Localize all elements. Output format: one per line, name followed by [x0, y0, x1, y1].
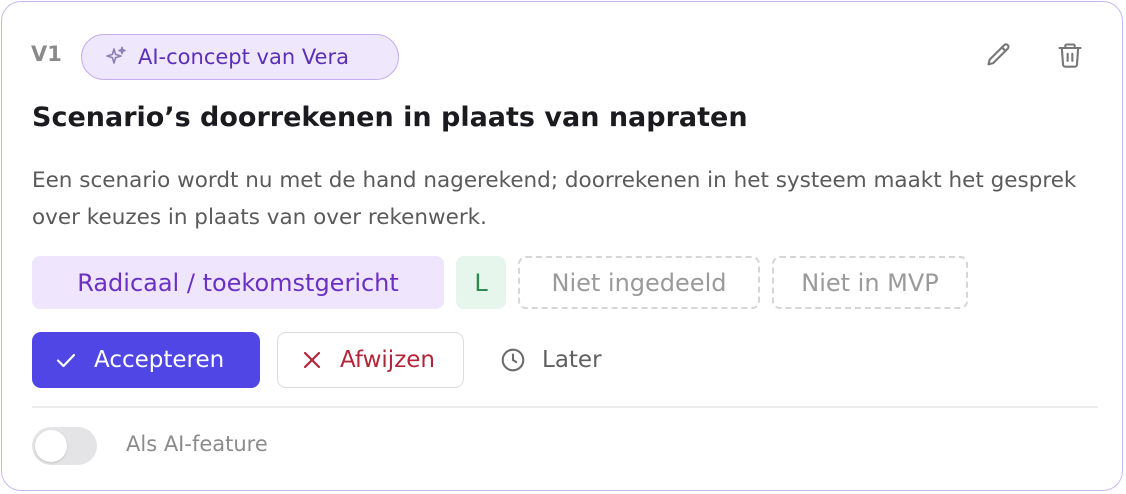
card-description: Een scenario wordt nu met de hand nagere… [32, 168, 1077, 230]
ai-concept-badge: AI-concept van Vera [81, 34, 399, 80]
ai-feature-label: Als AI-feature [126, 432, 268, 456]
clock-icon [500, 347, 526, 373]
pencil-icon [985, 41, 1013, 69]
edit-button[interactable] [982, 38, 1016, 72]
ai-badge-label: AI-concept van Vera [138, 45, 349, 69]
accept-button[interactable]: Accepteren [32, 332, 260, 388]
reject-button[interactable]: Afwijzen [277, 332, 464, 388]
idea-card: V1 AI-concept van Vera Scenario’s doorre… [1, 1, 1123, 491]
card-title: Scenario’s doorrekenen in plaats van nap… [32, 102, 748, 133]
later-button[interactable]: Later [486, 332, 636, 388]
later-label: Later [542, 347, 602, 373]
sparkles-icon [104, 45, 128, 69]
ai-feature-toggle[interactable] [32, 427, 97, 465]
accept-label: Accepteren [94, 347, 225, 373]
close-icon [300, 348, 324, 372]
trash-icon [1056, 41, 1084, 69]
divider [32, 406, 1098, 408]
classification-tag[interactable]: Niet ingedeeld [518, 256, 760, 309]
size-tag[interactable]: L [456, 256, 506, 309]
mvp-tag[interactable]: Niet in MVP [772, 256, 968, 309]
delete-button[interactable] [1053, 38, 1087, 72]
toggle-knob [35, 430, 67, 462]
category-tag[interactable]: Radicaal / toekomstgericht [32, 256, 444, 309]
reject-label: Afwijzen [340, 347, 435, 373]
version-label: V1 [31, 42, 62, 66]
check-icon [54, 348, 78, 372]
